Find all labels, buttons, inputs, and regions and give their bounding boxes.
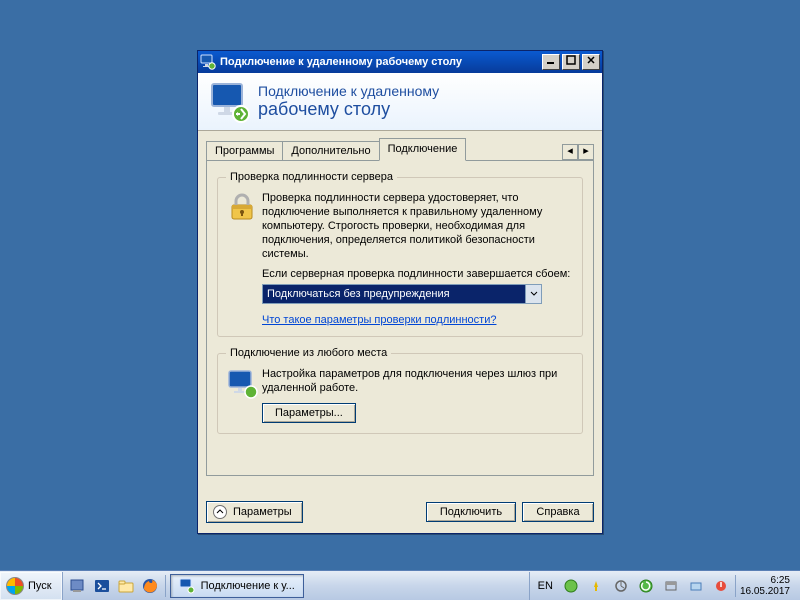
banner-line1: Подключение к удаленному [258,83,439,99]
ql-explorer-icon[interactable] [115,575,137,597]
ql-server-manager-icon[interactable] [67,575,89,597]
auth-fail-label: Если серверная проверка подлинности заве… [262,267,574,281]
clock-date: 16.05.2017 [740,586,790,597]
tab-programs[interactable]: Программы [206,141,283,161]
dialog-footer: Параметры Подключить Справка [206,501,594,523]
tab-connection[interactable]: Подключение [379,138,467,161]
auth-help-link[interactable]: Что такое параметры проверки подлинности… [262,314,496,326]
window-title: Подключение к удаленному рабочему столу [220,56,542,68]
tray-icon-1[interactable] [560,575,582,597]
start-label: Пуск [28,580,52,592]
options-toggle-label: Параметры [233,506,292,518]
system-tray: EN 6:25 16.05.2017 [529,572,800,600]
rdp-small-icon [179,578,195,594]
tabscroll-left[interactable]: ◂ [562,144,578,160]
taskbar-item-rdp[interactable]: Подключение к у... [170,574,304,598]
window-icon [200,54,216,70]
windows-logo-icon [6,577,24,595]
quick-launch [63,575,166,597]
tray-icon-7[interactable] [710,575,732,597]
options-toggle-button[interactable]: Параметры [206,501,303,523]
taskbar: Пуск Подключение к у... EN 6:25 16.05.20… [0,570,800,600]
clock-time: 6:25 [740,575,790,586]
group-server-auth-legend: Проверка подлинности сервера [226,171,397,183]
tray-icon-5[interactable] [660,575,682,597]
banner-line2: рабочему столу [258,99,439,120]
tabstrip: Программы Дополнительно Подключение ◂ ▸ [198,131,602,160]
language-indicator[interactable]: EN [534,580,557,592]
tab-advanced[interactable]: Дополнительно [282,141,379,161]
taskbar-item-label: Подключение к у... [201,580,295,592]
tab-panel: Проверка подлинности сервера Проверка по… [206,160,594,476]
group-server-auth: Проверка подлинности сервера Проверка по… [217,171,583,337]
group-connect-anywhere-legend: Подключение из любого места [226,347,391,359]
ql-firefox-icon[interactable] [139,575,161,597]
rdp-dialog: Подключение к удаленному рабочему столу … [197,50,603,534]
auth-fail-value: Подключаться без предупреждения [263,285,525,303]
chevron-down-icon [525,285,541,303]
gateway-description: Настройка параметров для подключения чер… [262,367,574,395]
lock-icon [226,191,262,326]
tray-icon-4[interactable] [635,575,657,597]
auth-description: Проверка подлинности сервера удостоверяе… [262,191,574,261]
group-connect-anywhere: Подключение из любого места Настройка па… [217,347,583,434]
close-button[interactable] [582,54,600,70]
connect-button[interactable]: Подключить [426,502,516,522]
banner: Подключение к удаленному рабочему столу [198,73,602,131]
clock[interactable]: 6:25 16.05.2017 [735,575,796,597]
minimize-button[interactable] [542,54,560,70]
chevron-up-icon [213,505,227,519]
maximize-button[interactable] [562,54,580,70]
titlebar[interactable]: Подключение к удаленному рабочему столу [198,51,602,73]
tray-icon-6[interactable] [685,575,707,597]
tabscroll-right[interactable]: ▸ [578,144,594,160]
rdp-icon [208,81,250,123]
gateway-settings-button[interactable]: Параметры... [262,403,356,423]
gateway-icon [226,367,262,423]
start-button[interactable]: Пуск [0,572,63,600]
ql-powershell-icon[interactable] [91,575,113,597]
tray-icon-2[interactable] [585,575,607,597]
auth-fail-select[interactable]: Подключаться без предупреждения [262,284,542,304]
help-button[interactable]: Справка [522,502,594,522]
tray-icon-3[interactable] [610,575,632,597]
